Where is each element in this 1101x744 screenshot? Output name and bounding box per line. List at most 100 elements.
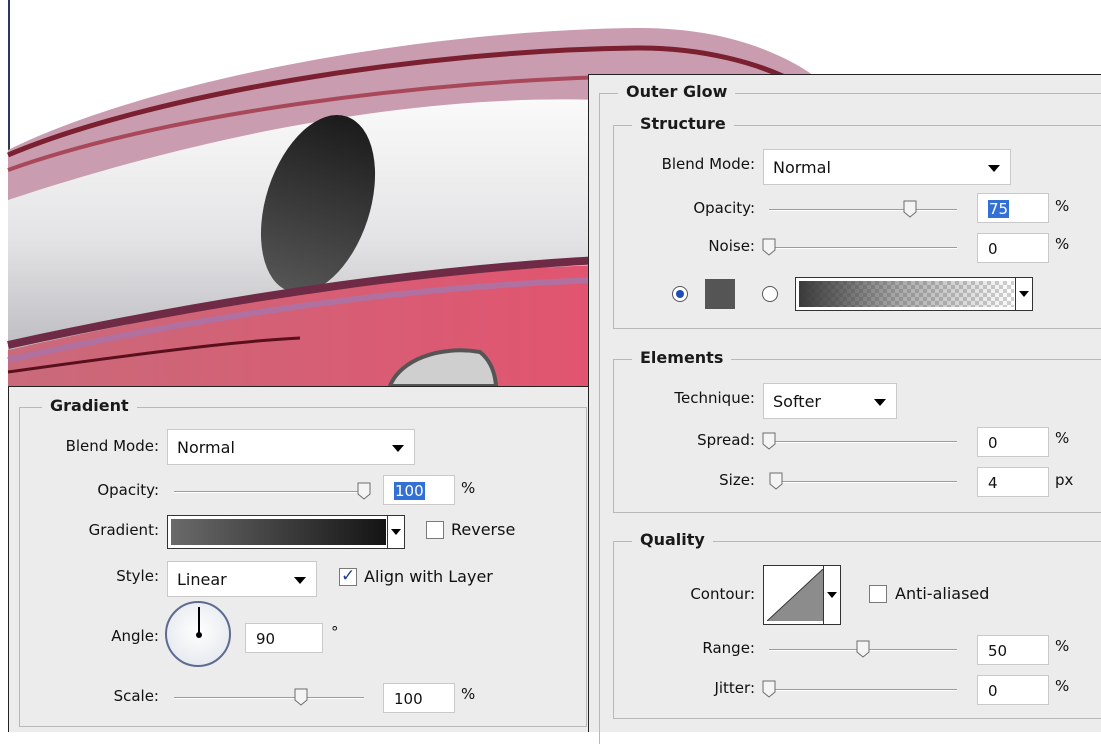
- elements-title: Elements: [632, 348, 732, 367]
- noise-label: Noise:: [708, 237, 755, 255]
- technique-value: Softer: [773, 392, 821, 411]
- anti-aliased-label: Anti-aliased: [895, 584, 990, 603]
- reverse-label: Reverse: [451, 520, 516, 539]
- color-radio-button[interactable]: [672, 286, 688, 302]
- blend-mode-dropdown[interactable]: Normal: [167, 429, 415, 465]
- spread-value: 0: [988, 434, 998, 452]
- style-label: Style:: [116, 567, 159, 585]
- technique-label: Technique:: [674, 389, 755, 407]
- check-icon: ✓: [341, 566, 356, 586]
- range-unit: %: [1055, 637, 1070, 655]
- angle-indicator: [198, 607, 200, 635]
- contour-preview: [767, 569, 823, 621]
- size-slider[interactable]: [773, 481, 957, 483]
- noise-slider[interactable]: [769, 247, 957, 249]
- structure-blend-mode-label: Blend Mode:: [661, 155, 755, 173]
- opacity-slider[interactable]: [174, 491, 364, 493]
- quality-title: Quality: [632, 530, 713, 549]
- structure-opacity-input[interactable]: 75: [977, 193, 1049, 223]
- align-with-layer-checkbox[interactable]: ✓: [339, 566, 357, 586]
- style-dropdown[interactable]: Linear: [167, 561, 317, 597]
- chevron-down-icon: [988, 165, 1000, 172]
- angle-dial[interactable]: [165, 601, 231, 667]
- reverse-checkbox[interactable]: [426, 521, 444, 539]
- slider-thumb[interactable]: [903, 200, 917, 218]
- opacity-input[interactable]: 100: [383, 475, 455, 505]
- chevron-down-icon: [294, 577, 306, 584]
- gradient-preview: [171, 519, 386, 545]
- jitter-unit: %: [1055, 677, 1070, 695]
- align-with-layer-label: Align with Layer: [364, 567, 493, 586]
- blend-mode-value: Normal: [177, 438, 235, 457]
- gradient-panel: Gradient Blend Mode: Normal Opacity: 100…: [8, 386, 597, 732]
- spread-input[interactable]: 0: [977, 427, 1049, 457]
- gradient-picker[interactable]: [167, 515, 405, 549]
- structure-title: Structure: [632, 114, 734, 133]
- contour-dropdown-arrow[interactable]: [823, 566, 840, 624]
- angle-value: 90: [256, 630, 276, 648]
- opacity-unit: %: [461, 479, 476, 497]
- slider-thumb[interactable]: [856, 640, 870, 658]
- opacity-label: Opacity:: [97, 481, 159, 499]
- slider-thumb[interactable]: [762, 238, 776, 256]
- spread-slider[interactable]: [769, 441, 957, 443]
- technique-dropdown[interactable]: Softer: [763, 383, 897, 419]
- glow-gradient-picker[interactable]: [795, 277, 1033, 311]
- radio-selected-dot: [676, 290, 684, 298]
- angle-label: Angle:: [111, 627, 159, 645]
- slider-thumb[interactable]: [762, 680, 776, 698]
- jitter-input[interactable]: 0: [977, 675, 1049, 705]
- gradient-dropdown-arrow[interactable]: [387, 516, 404, 548]
- style-value: Linear: [177, 570, 227, 589]
- anti-aliased-checkbox[interactable]: [869, 585, 887, 603]
- spread-label: Spread:: [697, 431, 755, 449]
- glow-gradient-preview: [799, 281, 1014, 307]
- outer-glow-title: Outer Glow: [618, 82, 736, 101]
- noise-unit: %: [1055, 235, 1070, 253]
- jitter-slider[interactable]: [769, 689, 957, 691]
- scale-value: 100: [394, 690, 423, 708]
- gradient-title: Gradient: [42, 396, 137, 415]
- glow-gradient-dropdown-arrow[interactable]: [1015, 278, 1032, 310]
- scale-unit: %: [461, 685, 476, 703]
- slider-thumb[interactable]: [357, 482, 371, 500]
- chevron-down-icon: [874, 399, 886, 406]
- chevron-down-icon: [392, 445, 404, 452]
- size-unit: px: [1055, 471, 1074, 489]
- scale-slider[interactable]: [174, 697, 364, 699]
- contour-picker[interactable]: [763, 565, 841, 625]
- blend-mode-label: Blend Mode:: [65, 437, 159, 455]
- structure-opacity-label: Opacity:: [693, 199, 755, 217]
- jitter-value: 0: [988, 682, 998, 700]
- structure-blend-mode-dropdown[interactable]: Normal: [763, 149, 1011, 185]
- contour-label: Contour:: [690, 585, 755, 603]
- chevron-down-icon: [1019, 291, 1029, 297]
- glow-color-swatch[interactable]: [705, 279, 735, 309]
- range-label: Range:: [702, 639, 755, 657]
- structure-opacity-slider[interactable]: [769, 209, 957, 211]
- scale-label: Scale:: [113, 687, 159, 705]
- slider-thumb[interactable]: [762, 432, 776, 450]
- outer-glow-panel: Outer Glow Structure Blend Mode: Normal …: [588, 74, 1101, 744]
- structure-opacity-unit: %: [1055, 197, 1070, 215]
- slider-thumb[interactable]: [294, 688, 308, 706]
- range-input[interactable]: 50: [977, 635, 1049, 665]
- noise-input[interactable]: 0: [977, 233, 1049, 263]
- angle-center-dot: [196, 632, 202, 638]
- noise-value: 0: [988, 240, 998, 258]
- structure-blend-mode-value: Normal: [773, 158, 831, 177]
- chevron-down-icon: [391, 529, 401, 535]
- range-value: 50: [988, 642, 1008, 660]
- slider-thumb[interactable]: [769, 472, 783, 490]
- size-input[interactable]: 4: [977, 467, 1049, 497]
- angle-unit: °: [331, 623, 339, 641]
- size-label: Size:: [719, 471, 755, 489]
- opacity-value: 100: [394, 482, 425, 500]
- scale-input[interactable]: 100: [383, 683, 455, 713]
- spread-unit: %: [1055, 429, 1070, 447]
- angle-input[interactable]: 90: [245, 623, 323, 653]
- jitter-label: Jitter:: [714, 679, 755, 697]
- structure-opacity-value: 75: [988, 200, 1010, 218]
- size-value: 4: [988, 474, 998, 492]
- gradient-radio-button[interactable]: [762, 286, 778, 302]
